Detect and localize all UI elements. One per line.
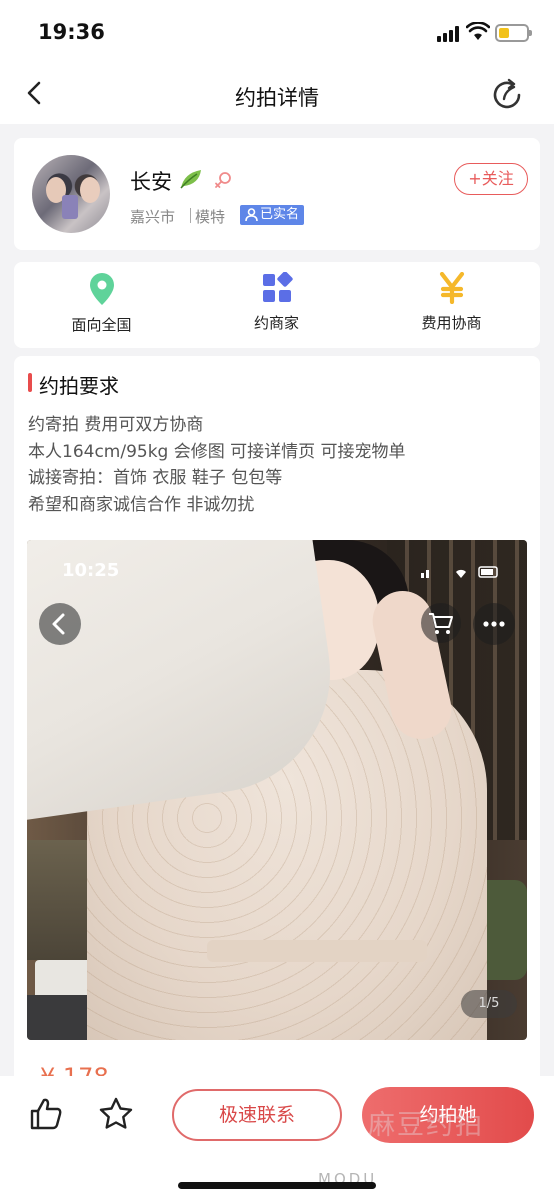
thumbs-up-icon[interactable] — [28, 1096, 64, 1132]
feature-card: 面向全国 约商家 费用协商 — [14, 262, 540, 348]
watermark: 麻豆约拍 — [368, 1110, 484, 1141]
verified-label: 已实名 — [260, 207, 300, 222]
photo-counter: 1/5 — [461, 990, 517, 1018]
status-time: 19:36 — [38, 20, 105, 44]
user-name: 长安 — [130, 170, 172, 194]
more-icon — [483, 621, 505, 627]
feature-merchant[interactable]: 约商家 — [189, 272, 364, 333]
location-pin-icon — [89, 273, 114, 305]
battery-icon — [495, 24, 532, 42]
wifi-icon — [466, 22, 490, 40]
avatar[interactable] — [32, 155, 110, 233]
requirement-line: 本人164cm/95kg 会修图 可接详情页 可接宠物单 — [28, 441, 406, 462]
gallery-photo[interactable]: 10:25 1/5 — [27, 540, 527, 1040]
cart-icon — [429, 613, 453, 634]
status-bar: 19:36 — [0, 0, 554, 64]
photo-embedded-time: 10:25 — [62, 560, 120, 581]
photo-status-icons — [421, 566, 498, 578]
star-icon[interactable] — [98, 1096, 134, 1132]
verified-user-icon — [245, 208, 258, 222]
yen-icon — [439, 272, 464, 304]
follow-button[interactable]: +关注 — [454, 163, 528, 195]
signal-icon — [437, 26, 459, 42]
feature-nationwide[interactable]: 面向全国 — [14, 272, 189, 335]
section-title: 约拍要求 — [39, 374, 119, 398]
user-location: 嘉兴市 — [130, 208, 176, 226]
grid-apps-icon — [262, 272, 293, 302]
chevron-left-icon — [52, 613, 65, 635]
leaf-icon — [180, 170, 201, 189]
feature-fee[interactable]: 费用协商 — [364, 272, 539, 333]
nav-bar: 约拍详情 — [0, 64, 554, 124]
requirements-card: 约拍要求 约寄拍 费用可双方协商 本人164cm/95kg 会修图 可接详情页 … — [14, 356, 540, 1086]
photo-back-button[interactable] — [39, 603, 81, 645]
requirement-line: 希望和商家诚信合作 非诚勿扰 — [28, 494, 255, 515]
gender-female-icon — [215, 172, 231, 188]
profile-card: 长安 嘉兴市 模特 已实名 +关注 — [14, 138, 540, 250]
home-indicator[interactable] — [178, 1182, 376, 1189]
requirements-text: 约寄拍 费用可双方协商 本人164cm/95kg 会修图 可接详情页 可接宠物单… — [28, 412, 406, 518]
page-title: 约拍详情 — [235, 86, 319, 110]
section-marker — [28, 373, 32, 392]
requirement-line: 约寄拍 费用可双方协商 — [28, 415, 204, 435]
share-icon[interactable] — [490, 78, 524, 112]
photo-more-button[interactable] — [473, 603, 515, 645]
feature-label: 费用协商 — [421, 314, 482, 332]
feature-label: 面向全国 — [71, 316, 132, 334]
feature-label: 约商家 — [253, 314, 299, 332]
verified-badge: 已实名 — [240, 205, 305, 225]
photo-cart-button[interactable] — [421, 603, 461, 643]
divider — [190, 208, 191, 223]
requirement-line: 诚接寄拍：首饰 衣服 鞋子 包包等 — [28, 468, 283, 488]
user-role: 模特 — [195, 208, 226, 226]
quick-contact-button[interactable]: 极速联系 — [172, 1089, 342, 1141]
